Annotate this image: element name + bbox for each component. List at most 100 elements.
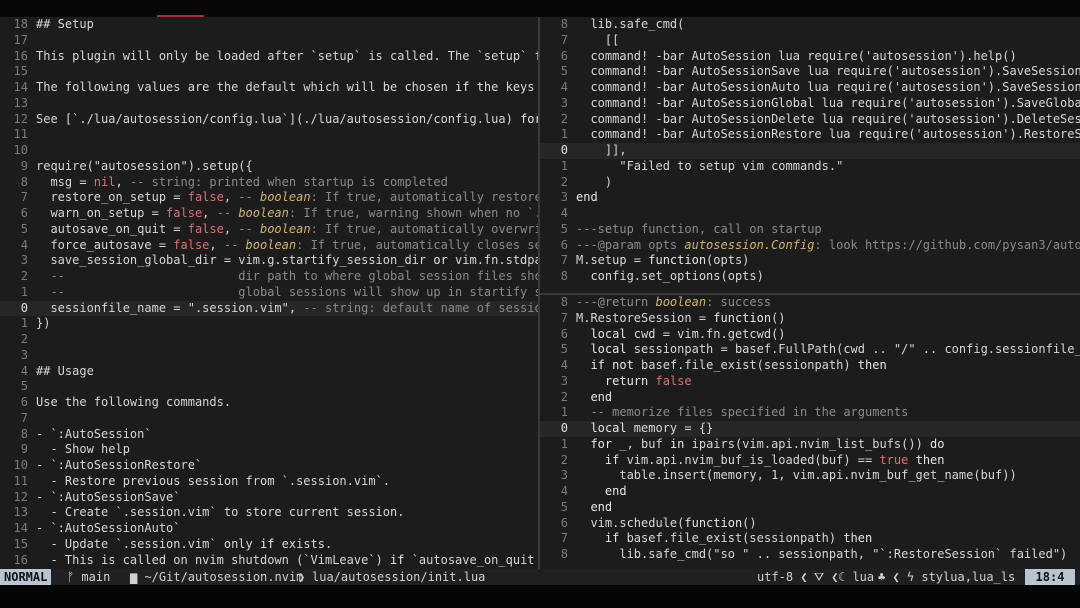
code-line[interactable]: 1}) [0, 316, 538, 332]
code-line[interactable]: 10 - `:AutoSessionRestore` [0, 458, 538, 474]
line-number: 11 [13, 127, 28, 142]
code-line[interactable]: 18 ## Setup [0, 17, 538, 33]
code-line[interactable]: 1 -- global sessions will show up in sta… [0, 285, 538, 301]
code-line[interactable]: 6 local cwd = vim.fn.getcwd() [540, 327, 1080, 343]
code-line[interactable]: 6 warn_on_setup = false, -- boolean: If … [0, 206, 538, 222]
code-line[interactable]: 8 msg = nil, -- string: printed when sta… [0, 175, 538, 191]
right-top-pane-init-lua[interactable]: 8 lib.safe_cmd(7 [[6 command! -bar AutoS… [540, 17, 1080, 293]
code-line[interactable]: 7 restore_on_setup = false, -- boolean: … [0, 190, 538, 206]
code-line[interactable]: 4 end [540, 484, 1080, 500]
code-line[interactable]: 15 [0, 64, 538, 80]
code-line[interactable]: 0 local memory = {} [540, 421, 1080, 437]
code-line[interactable]: 11 [0, 127, 538, 143]
line-text: command! -bar AutoSessionDelete lua requ… [576, 111, 1080, 126]
line-number: 7 [560, 32, 568, 47]
code-line[interactable]: 11 - Restore previous session from `.ses… [0, 474, 538, 490]
code-line[interactable]: 2 ) [540, 175, 1080, 191]
code-line[interactable]: 2 -- dir path to where global session fi… [0, 269, 538, 285]
code-line[interactable]: 0 ]], [540, 143, 1080, 159]
command-line[interactable] [0, 585, 1080, 608]
line-text: require("autosession").setup({ [36, 158, 253, 173]
code-line[interactable]: 7 M.setup = function(opts) [540, 253, 1080, 269]
code-line[interactable]: 8 config.set_options(opts) [540, 269, 1080, 285]
code-line[interactable]: 16 This plugin will only be loaded after … [0, 49, 538, 65]
code-line[interactable]: 9 - Show help [0, 442, 538, 458]
code-line[interactable]: 2 if vim.api.nvim_buf_is_loaded(buf) == … [540, 453, 1080, 469]
code-line[interactable]: 13 [0, 96, 538, 112]
code-line[interactable]: 2 end [540, 390, 1080, 406]
line-text: M.RestoreSession = function() [576, 310, 786, 325]
code-line[interactable]: 17 [0, 33, 538, 49]
code-line[interactable]: 12 See [`./lua/autosession/config.lua`](.… [0, 112, 538, 128]
code-line[interactable]: 1 -- memorize files specified in the arg… [540, 405, 1080, 421]
left-pane-readme[interactable]: 18 ## Setup 17 16 This plugin will only be l… [0, 17, 538, 569]
mode-indicator: NORMAL [0, 569, 52, 585]
code-line[interactable]: 1 "Failed to setup vim commands." [540, 159, 1080, 175]
code-line[interactable]: 2 [0, 332, 538, 348]
code-line[interactable]: 7 if basef.file_exist(sessionpath) then [540, 531, 1080, 547]
code-line[interactable]: 6 vim.schedule(function() [540, 516, 1080, 532]
code-line[interactable]: 3 table.insert(memory, 1, vim.api.nvim_b… [540, 468, 1080, 484]
code-line[interactable]: 0 sessionfile_name = ".session.vim", -- … [0, 300, 538, 317]
code-line[interactable]: 15 - Update `.session.vim` only if exist… [0, 537, 538, 553]
code-line[interactable]: 7 M.RestoreSession = function() [540, 311, 1080, 327]
code-line[interactable]: 13 - Create `.session.vim` to store curr… [0, 505, 538, 521]
code-line[interactable]: 5 autosave_on_quit = false, -- boolean: … [0, 222, 538, 238]
code-line[interactable]: 1 for _, buf in ipairs(vim.api.nvim_list… [540, 437, 1080, 453]
line-text: sessionfile_name = ".session.vim", -- st… [36, 300, 538, 315]
code-line[interactable]: 5 local sessionpath = basef.FullPath(cwd… [540, 342, 1080, 358]
code-line[interactable]: 16 - This is called on nvim shutdown (`V… [0, 553, 538, 569]
code-line[interactable]: 4 [540, 206, 1080, 222]
code-line[interactable]: 3 [0, 348, 538, 364]
code-line[interactable]: 4 if not basef.file_exist(sessionpath) t… [540, 358, 1080, 374]
line-number: 6 [560, 326, 568, 341]
code-line[interactable]: 7 [0, 411, 538, 427]
code-line[interactable]: 6 command! -bar AutoSession lua require(… [540, 49, 1080, 65]
code-line[interactable]: 9 require("autosession").setup({ [0, 159, 538, 175]
line-text: end [604, 484, 627, 498]
code-line[interactable]: 3 command! -bar AutoSessionGlobal lua re… [540, 96, 1080, 112]
right-bottom-pane-init-lua[interactable]: 8 ---@return boolean: success 7 M.RestoreSe… [540, 295, 1080, 569]
line-number: 5 [560, 499, 568, 514]
code-line[interactable]: 8 - `:AutoSession` [0, 427, 538, 443]
code-line[interactable]: 5 ---setup function, call on startup [540, 222, 1080, 238]
statusline: NORMAL ᚠ main ▆ ~/Git/autosession.nvim ❯… [0, 569, 1080, 585]
line-number: 2 [560, 452, 568, 467]
line-text: M.setup = function(opts) [576, 253, 750, 268]
line-number: 1 [20, 316, 28, 331]
code-line[interactable]: 5 command! -bar AutoSessionSave lua requ… [540, 64, 1080, 80]
code-line[interactable]: 6 ---@param opts autosession.Config: look… [540, 238, 1080, 254]
code-line[interactable]: 8 lib.safe_cmd( [540, 17, 1080, 33]
code-line[interactable]: 7 [[ [540, 33, 1080, 49]
code-line[interactable]: 1 command! -bar AutoSessionRestore lua r… [540, 127, 1080, 143]
code-line[interactable]: 5 [0, 379, 538, 395]
line-number: 3 [560, 95, 568, 110]
editor-window: 18 ## Setup 17 16 This plugin will only be l… [0, 0, 1080, 608]
line-number: 0 [560, 421, 568, 435]
code-line[interactable]: 2 command! -bar AutoSessionDelete lua re… [540, 112, 1080, 128]
line-text: command! -bar AutoSessionSave lua requir… [576, 64, 1080, 79]
line-text: command! -bar AutoSessionAuto lua requir… [576, 80, 1080, 94]
code-line[interactable]: 8 ---@return boolean: success [540, 295, 1080, 311]
code-line[interactable]: 4 command! -bar AutoSessionAuto lua requ… [540, 80, 1080, 96]
code-line[interactable]: 3 return false [540, 374, 1080, 390]
line-number: 3 [560, 373, 568, 388]
code-line[interactable]: 5 end [540, 500, 1080, 516]
code-line[interactable]: 12 - `:AutoSessionSave` [0, 490, 538, 506]
code-line[interactable]: 4 force_autosave = false, -- boolean: If… [0, 238, 538, 254]
code-line[interactable]: 14 The following values are the default w… [0, 80, 538, 96]
line-text: - `:AutoSessionRestore` [36, 458, 203, 472]
line-number: 14 [13, 80, 28, 94]
line-text: ---@return boolean: success [576, 295, 772, 309]
code-line[interactable]: 6 Use the following commands. [0, 395, 538, 411]
line-text: ## Usage [36, 363, 94, 378]
line-number: 9 [20, 442, 28, 457]
code-line[interactable]: 14 - `:AutoSessionAuto` [0, 521, 538, 537]
line-text: lib.safe_cmd( [576, 17, 685, 31]
code-line[interactable]: 3 save_session_global_dir = vim.g.starti… [0, 253, 538, 269]
code-line[interactable]: 3 end [540, 190, 1080, 206]
code-line[interactable]: 4 ## Usage [0, 364, 538, 380]
code-line[interactable]: 8 lib.safe_cmd("so " .. sessionpath, "`:… [540, 547, 1080, 563]
code-line[interactable]: 10 [0, 143, 538, 159]
line-number: 7 [560, 531, 568, 546]
